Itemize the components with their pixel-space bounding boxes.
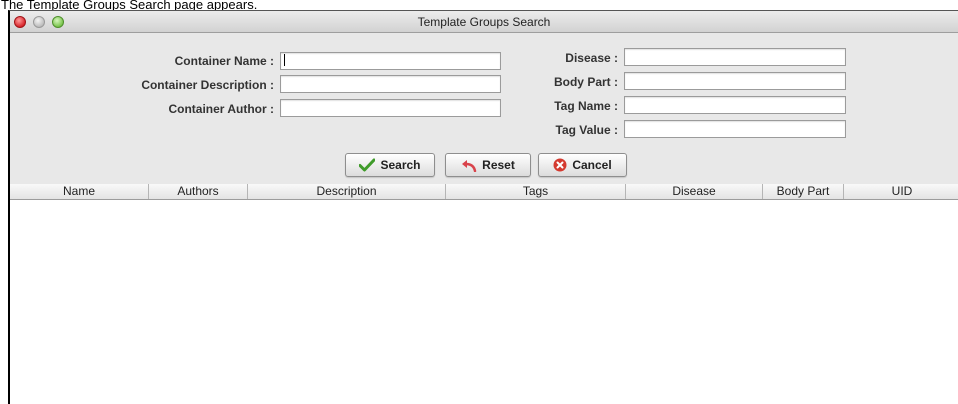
cancel-button-label: Cancel [572, 158, 612, 172]
container-author-field[interactable] [280, 99, 501, 117]
column-header-tags[interactable]: Tags [446, 184, 626, 199]
table-header: Name Authors Description Tags Disease Bo… [10, 184, 958, 200]
column-header-uid[interactable]: UID [844, 184, 958, 199]
template-groups-search-window: Template Groups Search Container Name : … [8, 10, 958, 404]
checkmark-icon [359, 158, 376, 172]
cancel-circle-icon [553, 158, 567, 172]
tag-name-field[interactable] [624, 96, 846, 114]
column-header-description[interactable]: Description [248, 184, 446, 199]
container-author-label: Container Author : [168, 102, 274, 116]
window-title: Template Groups Search [417, 15, 551, 29]
tag-value-field[interactable] [624, 120, 846, 138]
container-description-label: Container Description : [141, 78, 274, 92]
column-header-disease[interactable]: Disease [626, 184, 763, 199]
container-name-label: Container Name : [174, 54, 274, 68]
reset-button-label: Reset [482, 158, 515, 172]
undo-arrow-icon [462, 160, 477, 172]
tag-name-label: Tag Name : [554, 99, 618, 113]
body-part-label: Body Part : [553, 75, 618, 89]
cancel-button[interactable]: Cancel [538, 153, 627, 177]
body-part-field[interactable] [624, 72, 846, 90]
container-description-field[interactable] [280, 75, 501, 93]
disease-label: Disease : [565, 51, 618, 65]
column-header-name[interactable]: Name [10, 184, 149, 199]
title-bar[interactable]: Template Groups Search [10, 11, 958, 33]
tag-value-label: Tag Value : [555, 123, 618, 137]
container-name-field[interactable] [280, 52, 501, 70]
column-header-body-part[interactable]: Body Part [763, 184, 844, 199]
reset-button[interactable]: Reset [445, 153, 531, 177]
column-header-authors[interactable]: Authors [149, 184, 248, 199]
results-table[interactable]: Name Authors Description Tags Disease Bo… [10, 184, 958, 404]
disease-field[interactable] [624, 48, 846, 66]
search-button[interactable]: Search [345, 153, 435, 177]
search-button-label: Search [380, 158, 421, 172]
text-cursor [284, 54, 285, 66]
